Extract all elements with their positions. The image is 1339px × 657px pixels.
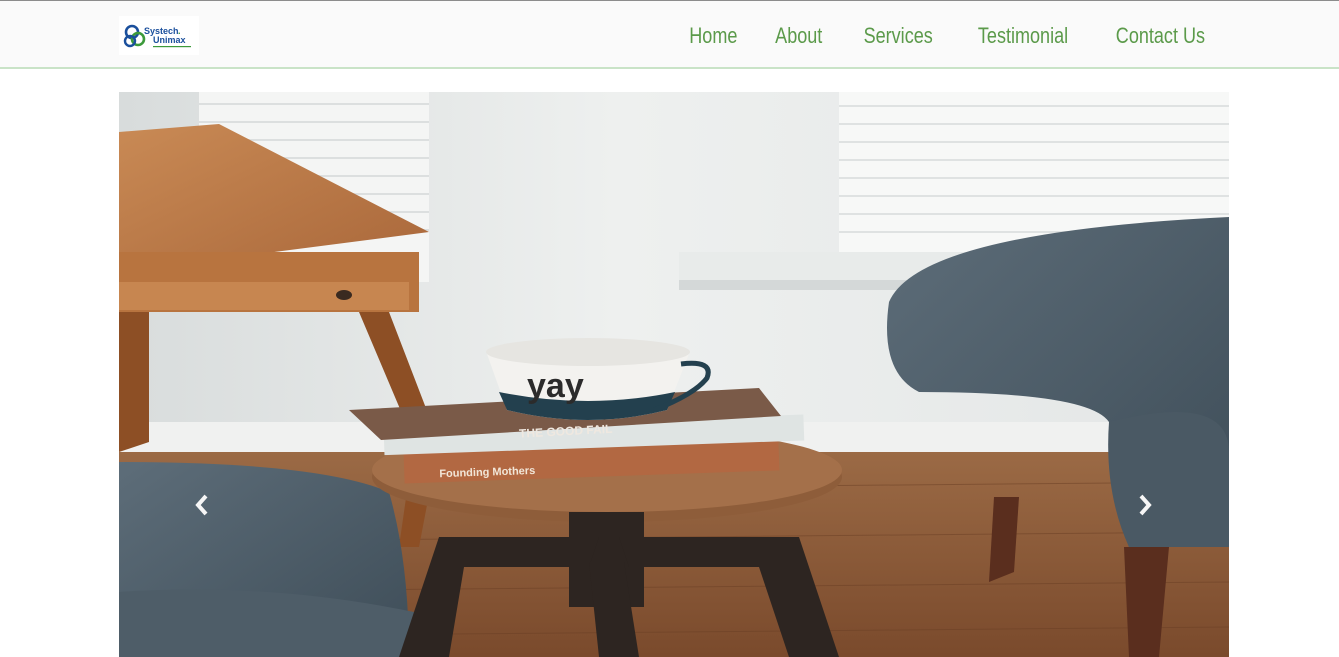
carousel-prev-button[interactable] bbox=[187, 487, 217, 523]
chevron-right-icon bbox=[1139, 494, 1152, 516]
hero-carousel: Founding Mothers THE GOOD FAIL yay bbox=[119, 92, 1229, 657]
nav-testimonial[interactable]: Testimonial bbox=[967, 1, 1080, 70]
navbar: Systech . Unimax Home About Services Tes… bbox=[0, 0, 1339, 69]
main-nav: Home About Services Testimonial Contact … bbox=[670, 1, 1229, 70]
logo-mark-icon: Systech . Unimax bbox=[119, 16, 199, 55]
nav-services[interactable]: Services bbox=[852, 1, 944, 70]
logo-text-2: Unimax bbox=[153, 35, 186, 45]
brand-logo[interactable]: Systech . Unimax bbox=[119, 16, 199, 55]
hero-slide-image: Founding Mothers THE GOOD FAIL yay bbox=[119, 92, 1229, 657]
chevron-left-icon bbox=[195, 494, 208, 516]
cup-text: yay bbox=[527, 367, 584, 405]
nav-home[interactable]: Home bbox=[677, 1, 748, 70]
nav-about[interactable]: About bbox=[764, 1, 834, 70]
nav-contact-us[interactable]: Contact Us bbox=[1104, 1, 1216, 70]
carousel-next-button[interactable] bbox=[1130, 487, 1160, 523]
